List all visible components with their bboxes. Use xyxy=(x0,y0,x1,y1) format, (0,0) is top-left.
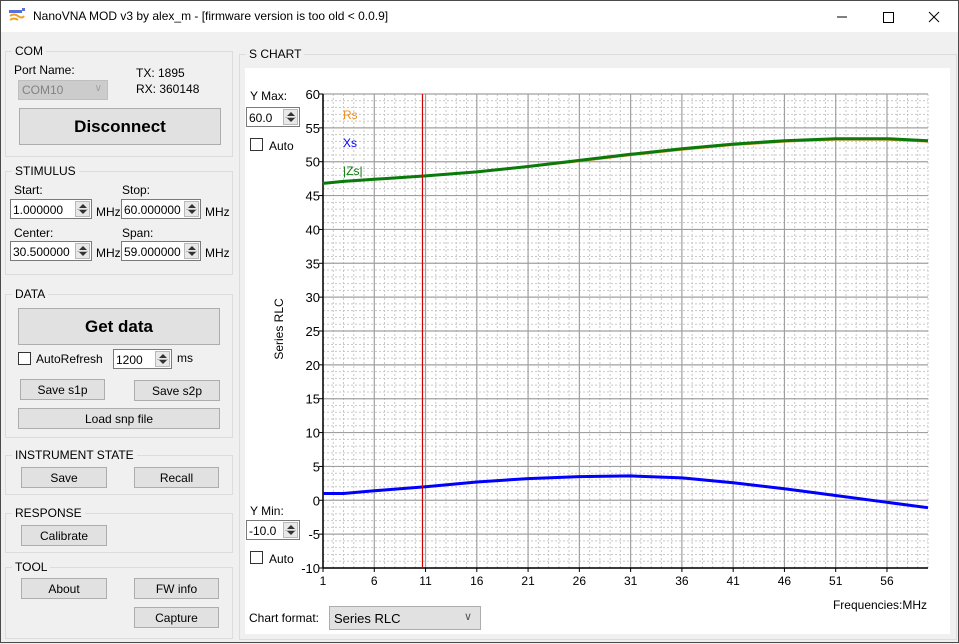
y-max-label: Y Max: xyxy=(250,89,288,103)
recall-state-button[interactable]: Recall xyxy=(134,467,219,488)
start-label: Start: xyxy=(14,183,43,197)
s-chart-group-label: S CHART xyxy=(246,47,305,61)
center-label: Center: xyxy=(14,226,54,240)
refresh-interval-unit: ms xyxy=(177,351,193,365)
disconnect-button[interactable]: Disconnect xyxy=(19,108,221,145)
autorefresh-label[interactable]: AutoRefresh xyxy=(36,352,103,366)
spin-down-icon[interactable] xyxy=(188,210,196,214)
y-min-value: -10.0 xyxy=(249,524,277,538)
stop-frequency-input[interactable]: 60.000000 xyxy=(121,199,201,219)
y-max-spinner[interactable] xyxy=(283,109,298,125)
y-min-auto-label[interactable]: Auto xyxy=(269,552,294,566)
chart-format-select[interactable]: Series RLC ∨ xyxy=(329,606,481,630)
window-title: NanoVNA MOD v3 by alex_m - [firmware ver… xyxy=(33,9,389,23)
spin-up-icon[interactable] xyxy=(287,112,295,116)
stop-frequency-spinner[interactable] xyxy=(184,201,199,217)
spin-up-icon[interactable] xyxy=(188,246,196,250)
center-frequency-value: 30.500000 xyxy=(13,245,70,259)
chevron-down-icon: ∨ xyxy=(463,611,472,623)
instrument-state-group-label: INSTRUMENT STATE xyxy=(12,448,137,462)
spin-down-icon[interactable] xyxy=(287,118,295,122)
get-data-button[interactable]: Get data xyxy=(18,308,220,345)
about-button[interactable]: About xyxy=(21,578,107,599)
save-state-button[interactable]: Save xyxy=(21,467,107,488)
tool-group-label: TOOL xyxy=(12,560,51,574)
stop-label: Stop: xyxy=(122,183,151,197)
minimize-icon xyxy=(837,16,847,17)
response-group-label: RESPONSE xyxy=(12,506,85,520)
y-min-input[interactable]: -10.0 xyxy=(246,520,300,540)
save-s2p-button[interactable]: Save s2p xyxy=(134,380,220,401)
stop-frequency-value: 60.000000 xyxy=(124,203,181,217)
minimize-button[interactable] xyxy=(819,1,865,32)
title-bar: NanoVNA MOD v3 by alex_m - [firmware ver… xyxy=(1,1,958,32)
save-s1p-button[interactable]: Save s1p xyxy=(20,379,105,400)
span-frequency-spinner[interactable] xyxy=(184,243,199,259)
span-frequency-value: 59.000000 xyxy=(124,245,181,259)
calibrate-button[interactable]: Calibrate xyxy=(21,525,107,546)
center-unit: MHz xyxy=(96,246,121,260)
load-snp-file-button[interactable]: Load snp file xyxy=(18,408,220,429)
span-frequency-input[interactable]: 59.000000 xyxy=(121,241,201,261)
refresh-interval-value: 1200 xyxy=(116,353,143,367)
refresh-interval-spinner[interactable] xyxy=(155,351,170,367)
app-icon xyxy=(9,8,25,21)
chart-format-value: Series RLC xyxy=(334,610,401,626)
y-min-auto-checkbox[interactable] xyxy=(250,551,263,564)
autorefresh-checkbox[interactable] xyxy=(18,352,31,365)
maximize-icon xyxy=(883,11,894,23)
spin-up-icon[interactable] xyxy=(159,354,167,358)
chart-format-label: Chart format: xyxy=(249,611,320,625)
rx-count: RX: 360148 xyxy=(136,82,200,96)
port-select[interactable]: COM10 ∨ xyxy=(18,80,108,100)
refresh-interval-input[interactable]: 1200 xyxy=(113,349,172,369)
span-unit: MHz xyxy=(205,246,230,260)
span-label: Span: xyxy=(122,226,154,240)
y-min-label: Y Min: xyxy=(250,504,284,518)
start-frequency-spinner[interactable] xyxy=(75,201,90,217)
spin-up-icon[interactable] xyxy=(287,525,295,529)
capture-button[interactable]: Capture xyxy=(134,607,219,628)
y-min-spinner[interactable] xyxy=(283,522,298,538)
fw-info-button[interactable]: FW info xyxy=(134,578,219,599)
spin-down-icon[interactable] xyxy=(188,252,196,256)
data-group-label: DATA xyxy=(12,287,49,301)
start-frequency-value: 1.000000 xyxy=(13,203,64,217)
spin-up-icon[interactable] xyxy=(79,246,87,250)
y-max-input[interactable]: 60.0 xyxy=(246,107,300,127)
com-group-label: COM xyxy=(12,44,46,58)
center-frequency-spinner[interactable] xyxy=(75,243,90,259)
y-max-auto-checkbox[interactable] xyxy=(250,138,263,151)
stop-unit: MHz xyxy=(205,205,230,219)
close-icon xyxy=(928,11,940,22)
start-frequency-input[interactable]: 1.000000 xyxy=(10,199,92,219)
spin-down-icon[interactable] xyxy=(159,360,167,364)
start-unit: MHz xyxy=(96,205,121,219)
maximize-button[interactable] xyxy=(865,1,911,32)
spin-down-icon[interactable] xyxy=(79,252,87,256)
chart-panel xyxy=(245,68,950,634)
y-max-auto-label[interactable]: Auto xyxy=(269,139,294,153)
port-name-label: Port Name: xyxy=(14,63,75,77)
center-frequency-input[interactable]: 30.500000 xyxy=(10,241,92,261)
spin-down-icon[interactable] xyxy=(287,531,295,535)
y-max-value: 60.0 xyxy=(249,111,273,125)
spin-up-icon[interactable] xyxy=(79,204,87,208)
port-select-value: COM10 xyxy=(22,83,64,97)
app-window: NanoVNA MOD v3 by alex_m - [firmware ver… xyxy=(0,0,959,643)
tx-count: TX: 1895 xyxy=(136,66,185,80)
spin-down-icon[interactable] xyxy=(79,210,87,214)
spin-up-icon[interactable] xyxy=(188,204,196,208)
stimulus-group-label: STIMULUS xyxy=(12,164,79,178)
chevron-down-icon: ∨ xyxy=(94,83,102,94)
close-button[interactable] xyxy=(911,1,957,32)
